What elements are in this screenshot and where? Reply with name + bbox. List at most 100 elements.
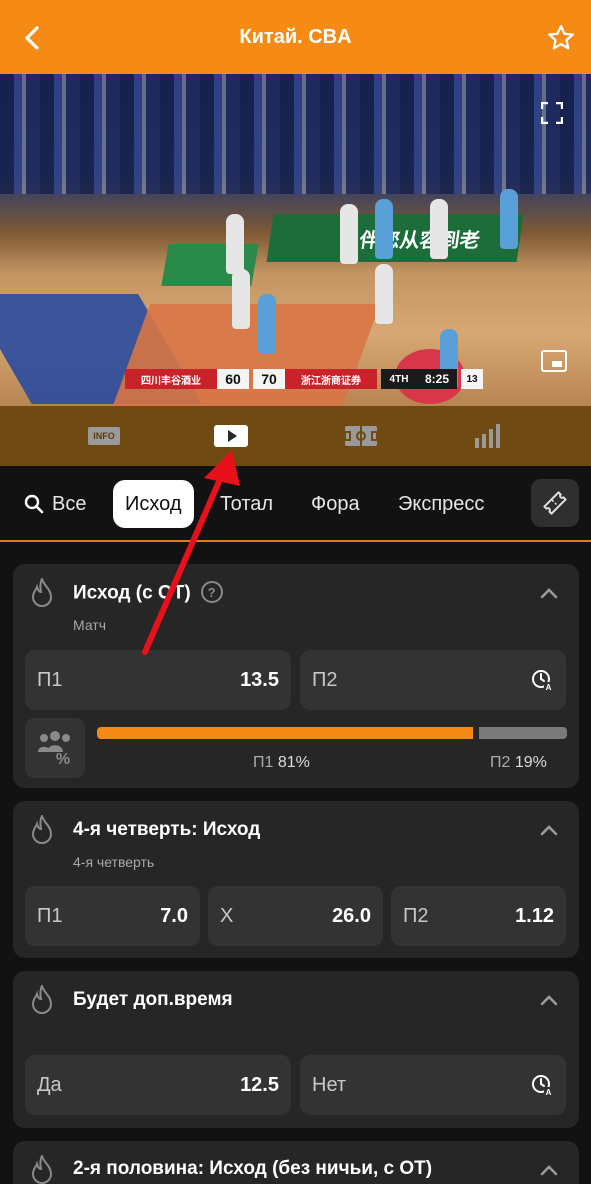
svg-text:%: % bbox=[56, 751, 70, 766]
bet-distribution-bar bbox=[97, 727, 567, 739]
video-player-figure bbox=[232, 269, 250, 329]
odds-button-x[interactable]: X 26.0 bbox=[208, 886, 383, 946]
odds-label: П2 bbox=[403, 904, 429, 927]
odds-value: 7.0 bbox=[160, 904, 188, 927]
p1-percent: П1 81% bbox=[253, 754, 310, 772]
odds-button-p1[interactable]: П1 7.0 bbox=[25, 886, 200, 946]
bar-p2-fill bbox=[479, 727, 567, 739]
chevron-up-icon[interactable] bbox=[539, 823, 559, 837]
tab-fora[interactable]: Фора bbox=[311, 480, 360, 528]
video-player-figure bbox=[340, 204, 358, 264]
clock-a-icon: A bbox=[532, 1075, 553, 1097]
market-subtitle: 4-я четверть bbox=[73, 854, 155, 870]
filter-all-search[interactable]: Все bbox=[24, 480, 86, 528]
coupon-button[interactable] bbox=[531, 479, 579, 527]
info-icon: INFO bbox=[88, 427, 120, 445]
top-bar: Китай. CBA bbox=[0, 0, 591, 74]
odds-label: П1 bbox=[37, 904, 63, 927]
home-score: 60 bbox=[217, 369, 249, 389]
svg-text:A: A bbox=[546, 1088, 552, 1097]
star-icon bbox=[548, 25, 574, 50]
odds-label: Да bbox=[37, 1073, 62, 1096]
fire-icon bbox=[31, 1155, 53, 1184]
game-clock: 8:25 bbox=[417, 369, 457, 389]
play-video-icon bbox=[214, 425, 248, 447]
clock-a-icon: A bbox=[532, 670, 553, 692]
fire-icon bbox=[31, 985, 53, 1014]
video-crowd bbox=[0, 74, 591, 194]
tab-ishod[interactable]: Исход bbox=[113, 480, 194, 528]
tab-info[interactable]: INFO bbox=[84, 420, 124, 452]
ticket-icon bbox=[543, 491, 567, 515]
live-video-player[interactable]: 伴您从容到老 四川丰谷酒业 60 70 浙江浙商证券 4TH 8:25 13 bbox=[0, 74, 591, 406]
odds-button-p1[interactable]: П1 13.5 bbox=[25, 650, 291, 710]
help-icon[interactable]: ? bbox=[200, 581, 223, 603]
bet-distribution-icon[interactable]: % bbox=[25, 718, 85, 778]
tab-express[interactable]: Экспресс bbox=[398, 480, 484, 528]
market-card: 4-я четверть: Исход 4-я четверть П1 7.0 … bbox=[13, 801, 579, 958]
market-filter-bar: Все Исход Тотал Фора Экспресс bbox=[0, 466, 591, 542]
video-ad-banner: 伴您从容到老 bbox=[266, 214, 524, 262]
stats-icon bbox=[475, 424, 500, 448]
p1-pct-label: П1 bbox=[253, 754, 274, 771]
odds-label: П2 bbox=[312, 668, 338, 691]
odds-value: 1.12 bbox=[515, 904, 554, 927]
chevron-up-icon[interactable] bbox=[539, 586, 559, 600]
tab-field[interactable] bbox=[341, 420, 381, 452]
odds-button-yes[interactable]: Да 12.5 bbox=[25, 1055, 291, 1115]
odds-value: 12.5 bbox=[240, 1073, 279, 1096]
field-icon bbox=[344, 426, 378, 446]
odds-label: X bbox=[220, 904, 234, 927]
favorite-button[interactable] bbox=[545, 22, 577, 54]
video-player-figure bbox=[500, 189, 518, 249]
odds-value: 26.0 bbox=[332, 904, 371, 927]
away-score: 70 bbox=[253, 369, 285, 389]
chevron-up-icon[interactable] bbox=[539, 993, 559, 1007]
odds-button-no[interactable]: Нет A bbox=[300, 1055, 566, 1115]
market-subtitle: Матч bbox=[73, 617, 107, 633]
back-button[interactable] bbox=[16, 22, 48, 54]
chevron-up-icon[interactable] bbox=[539, 1163, 559, 1177]
video-scoreboard: 四川丰谷酒业 60 70 浙江浙商证券 4TH 8:25 13 bbox=[125, 369, 495, 389]
fullscreen-icon[interactable] bbox=[541, 102, 563, 124]
video-player-figure bbox=[226, 214, 244, 274]
shot-clock: 13 bbox=[461, 369, 483, 389]
p2-pct-label: П2 bbox=[490, 754, 511, 771]
odds-button-p2[interactable]: П2 A bbox=[300, 650, 566, 710]
tab-video[interactable] bbox=[211, 420, 251, 452]
market-card: Исход (с ОТ)? Матч П1 13.5 П2 A % П1 81%… bbox=[13, 564, 579, 788]
tab-total[interactable]: Тотал bbox=[220, 480, 273, 528]
odds-button-p2[interactable]: П2 1.12 bbox=[391, 886, 566, 946]
page-title: Китай. CBA bbox=[239, 25, 352, 48]
chevron-left-icon bbox=[25, 26, 39, 50]
market-title-text: Исход (с ОТ) bbox=[73, 582, 191, 604]
fire-icon bbox=[31, 578, 53, 607]
svg-text:A: A bbox=[546, 683, 552, 692]
p2-percent: П2 19% bbox=[490, 754, 547, 772]
home-team-name: 四川丰谷酒业 bbox=[125, 369, 217, 389]
tab-stats[interactable] bbox=[467, 420, 507, 452]
video-player-figure bbox=[430, 199, 448, 259]
odds-value: 13.5 bbox=[240, 668, 279, 691]
market-title: 4-я четверть: Исход bbox=[73, 819, 261, 840]
media-tab-bar: INFO bbox=[0, 406, 591, 466]
search-icon bbox=[24, 494, 44, 514]
odds-label: Нет bbox=[312, 1073, 347, 1096]
video-player-figure bbox=[375, 264, 393, 324]
p1-pct-value: 81% bbox=[277, 754, 310, 771]
video-player-figure bbox=[258, 294, 276, 354]
market-title: Будет доп.время bbox=[73, 989, 233, 1010]
p2-pct-value: 19% bbox=[514, 754, 547, 771]
odds-label: П1 bbox=[37, 668, 63, 691]
market-card: Будет доп.время Да 12.5 Нет A bbox=[13, 971, 579, 1128]
market-title: Исход (с ОТ)? bbox=[73, 581, 223, 605]
bar-p1-fill bbox=[97, 727, 473, 739]
fire-icon bbox=[31, 815, 53, 844]
video-player-figure bbox=[375, 199, 393, 259]
away-team-name: 浙江浙商证券 bbox=[285, 369, 377, 389]
people-percent-icon: % bbox=[38, 731, 70, 766]
market-title: 2-я половина: Исход (без ничьи, с ОТ) bbox=[73, 1158, 433, 1179]
filter-all-label: Все bbox=[52, 492, 87, 515]
picture-in-picture-icon[interactable] bbox=[541, 350, 567, 372]
market-card: 2-я половина: Исход (без ничьи, с ОТ) bbox=[13, 1141, 579, 1184]
